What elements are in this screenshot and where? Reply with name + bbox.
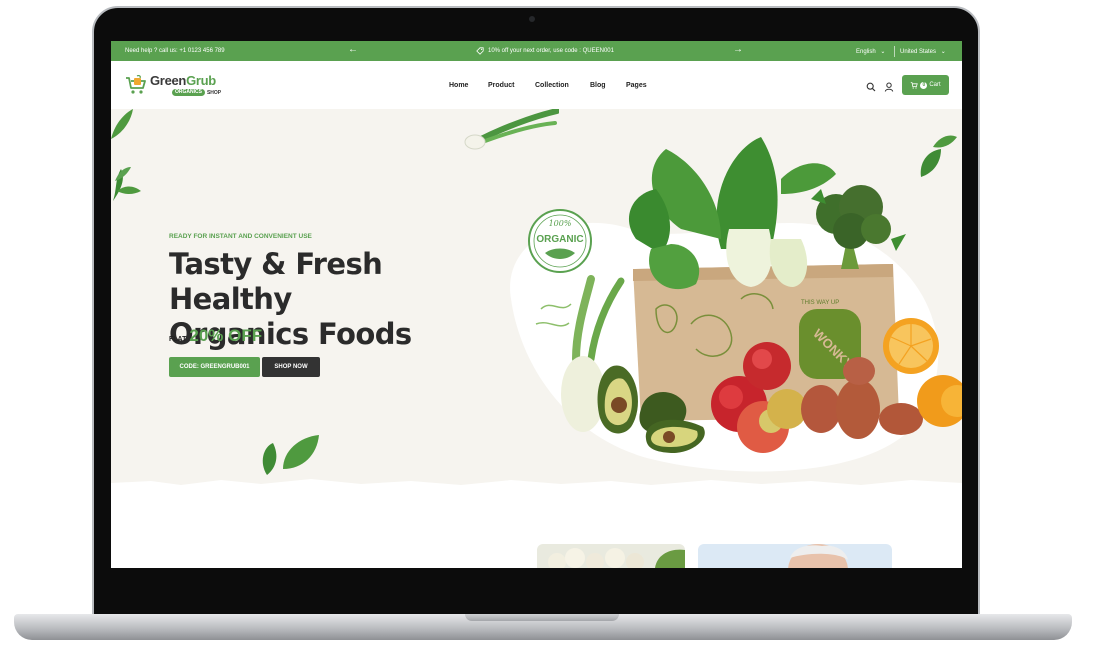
language-value: English: [856, 48, 876, 55]
offer-flat-label: FLAT: [169, 336, 187, 343]
hero-title-line-1: Tasty & Fresh Healthy: [169, 247, 383, 316]
hero-produce-illustration: 100% ORGANIC THIS WAY UP WONKY: [510, 137, 962, 472]
logo-word-grub: Grub: [186, 73, 216, 88]
cart-label: Cart: [929, 82, 941, 88]
webcam: [529, 16, 535, 22]
parsley-icon: [113, 167, 141, 201]
chevron-down-icon: ⌄: [940, 48, 946, 55]
cart-button[interactable]: 0 Cart: [902, 75, 949, 95]
browser-screen: Need help ? call us: +1 0123 456 789 ← 1…: [111, 41, 962, 568]
help-contact: Need help ? call us: +1 0123 456 789: [125, 48, 225, 54]
logo-subtitle: ORGANICS SHOP: [172, 89, 221, 96]
country-select[interactable]: United States ⌄: [900, 48, 946, 55]
arrow-left-icon[interactable]: ←: [348, 45, 358, 55]
logo-wordmark: GreenGrub: [150, 73, 216, 88]
announcement-bar: Need help ? call us: +1 0123 456 789 ← 1…: [111, 41, 962, 61]
chevron-down-icon: ⌄: [880, 48, 886, 55]
shop-now-button[interactable]: SHOP NOW: [262, 357, 320, 377]
search-icon[interactable]: [866, 82, 876, 92]
hero-banner: READY FOR INSTANT AND CONVENIENT USE Tas…: [111, 109, 962, 489]
nav-collection[interactable]: Collection: [535, 82, 571, 89]
country-value: United States: [900, 48, 937, 55]
promo-text: 10% off your next order, use code : QUEE…: [488, 48, 614, 54]
offer-discount: 20% OFF: [189, 326, 263, 345]
user-icon[interactable]: [884, 82, 894, 92]
cart-logo-icon: [126, 75, 146, 94]
category-card-preview[interactable]: [537, 544, 685, 568]
nav-home[interactable]: Home: [449, 82, 469, 89]
coupon-code-button[interactable]: CODE: GREENGRUB001: [169, 357, 260, 377]
divider: [894, 45, 895, 57]
leaf-icon: [111, 109, 133, 139]
nav-pages[interactable]: Pages: [626, 82, 647, 89]
language-select[interactable]: English ⌄: [856, 48, 885, 55]
help-text: Need help ? call us:: [125, 48, 178, 54]
testimonial-card-preview[interactable]: [698, 544, 892, 568]
logo-shop: SHOP: [206, 89, 222, 96]
logo-pill: ORGANICS: [172, 89, 205, 96]
nav-product[interactable]: Product: [488, 82, 516, 89]
organic-badge: 100% ORGANIC: [528, 209, 592, 273]
hero-tagline: READY FOR INSTANT AND CONVENIENT USE: [169, 233, 312, 240]
cart-count: 0: [920, 81, 928, 89]
phone-link[interactable]: +1 0123 456 789: [179, 48, 224, 54]
box-label-up: THIS WAY UP: [801, 300, 839, 306]
arrow-right-icon[interactable]: →: [733, 45, 743, 55]
cauliflower-image: [548, 548, 685, 568]
promo-message: 10% off your next order, use code : QUEE…: [476, 47, 614, 55]
tag-icon: [476, 47, 484, 55]
cart-icon: [911, 82, 919, 89]
person-image: [788, 544, 848, 568]
laptop-notch: [465, 614, 619, 621]
main-nav: Home Product Collection Blog Pages: [449, 82, 666, 89]
hero-offer: FLAT 20% OFF: [169, 326, 262, 346]
site-logo[interactable]: GreenGrub ORGANICS SHOP: [125, 73, 225, 99]
badge-text: ORGANIC: [536, 234, 583, 245]
badge-top-text: 100%: [549, 219, 572, 228]
hero-bottom-edge: [111, 479, 962, 501]
site-header: GreenGrub ORGANICS SHOP Home Product Col…: [111, 61, 962, 109]
logo-word-green: Green: [150, 73, 187, 88]
nav-blog[interactable]: Blog: [590, 82, 607, 89]
bok-choy: [628, 137, 836, 290]
